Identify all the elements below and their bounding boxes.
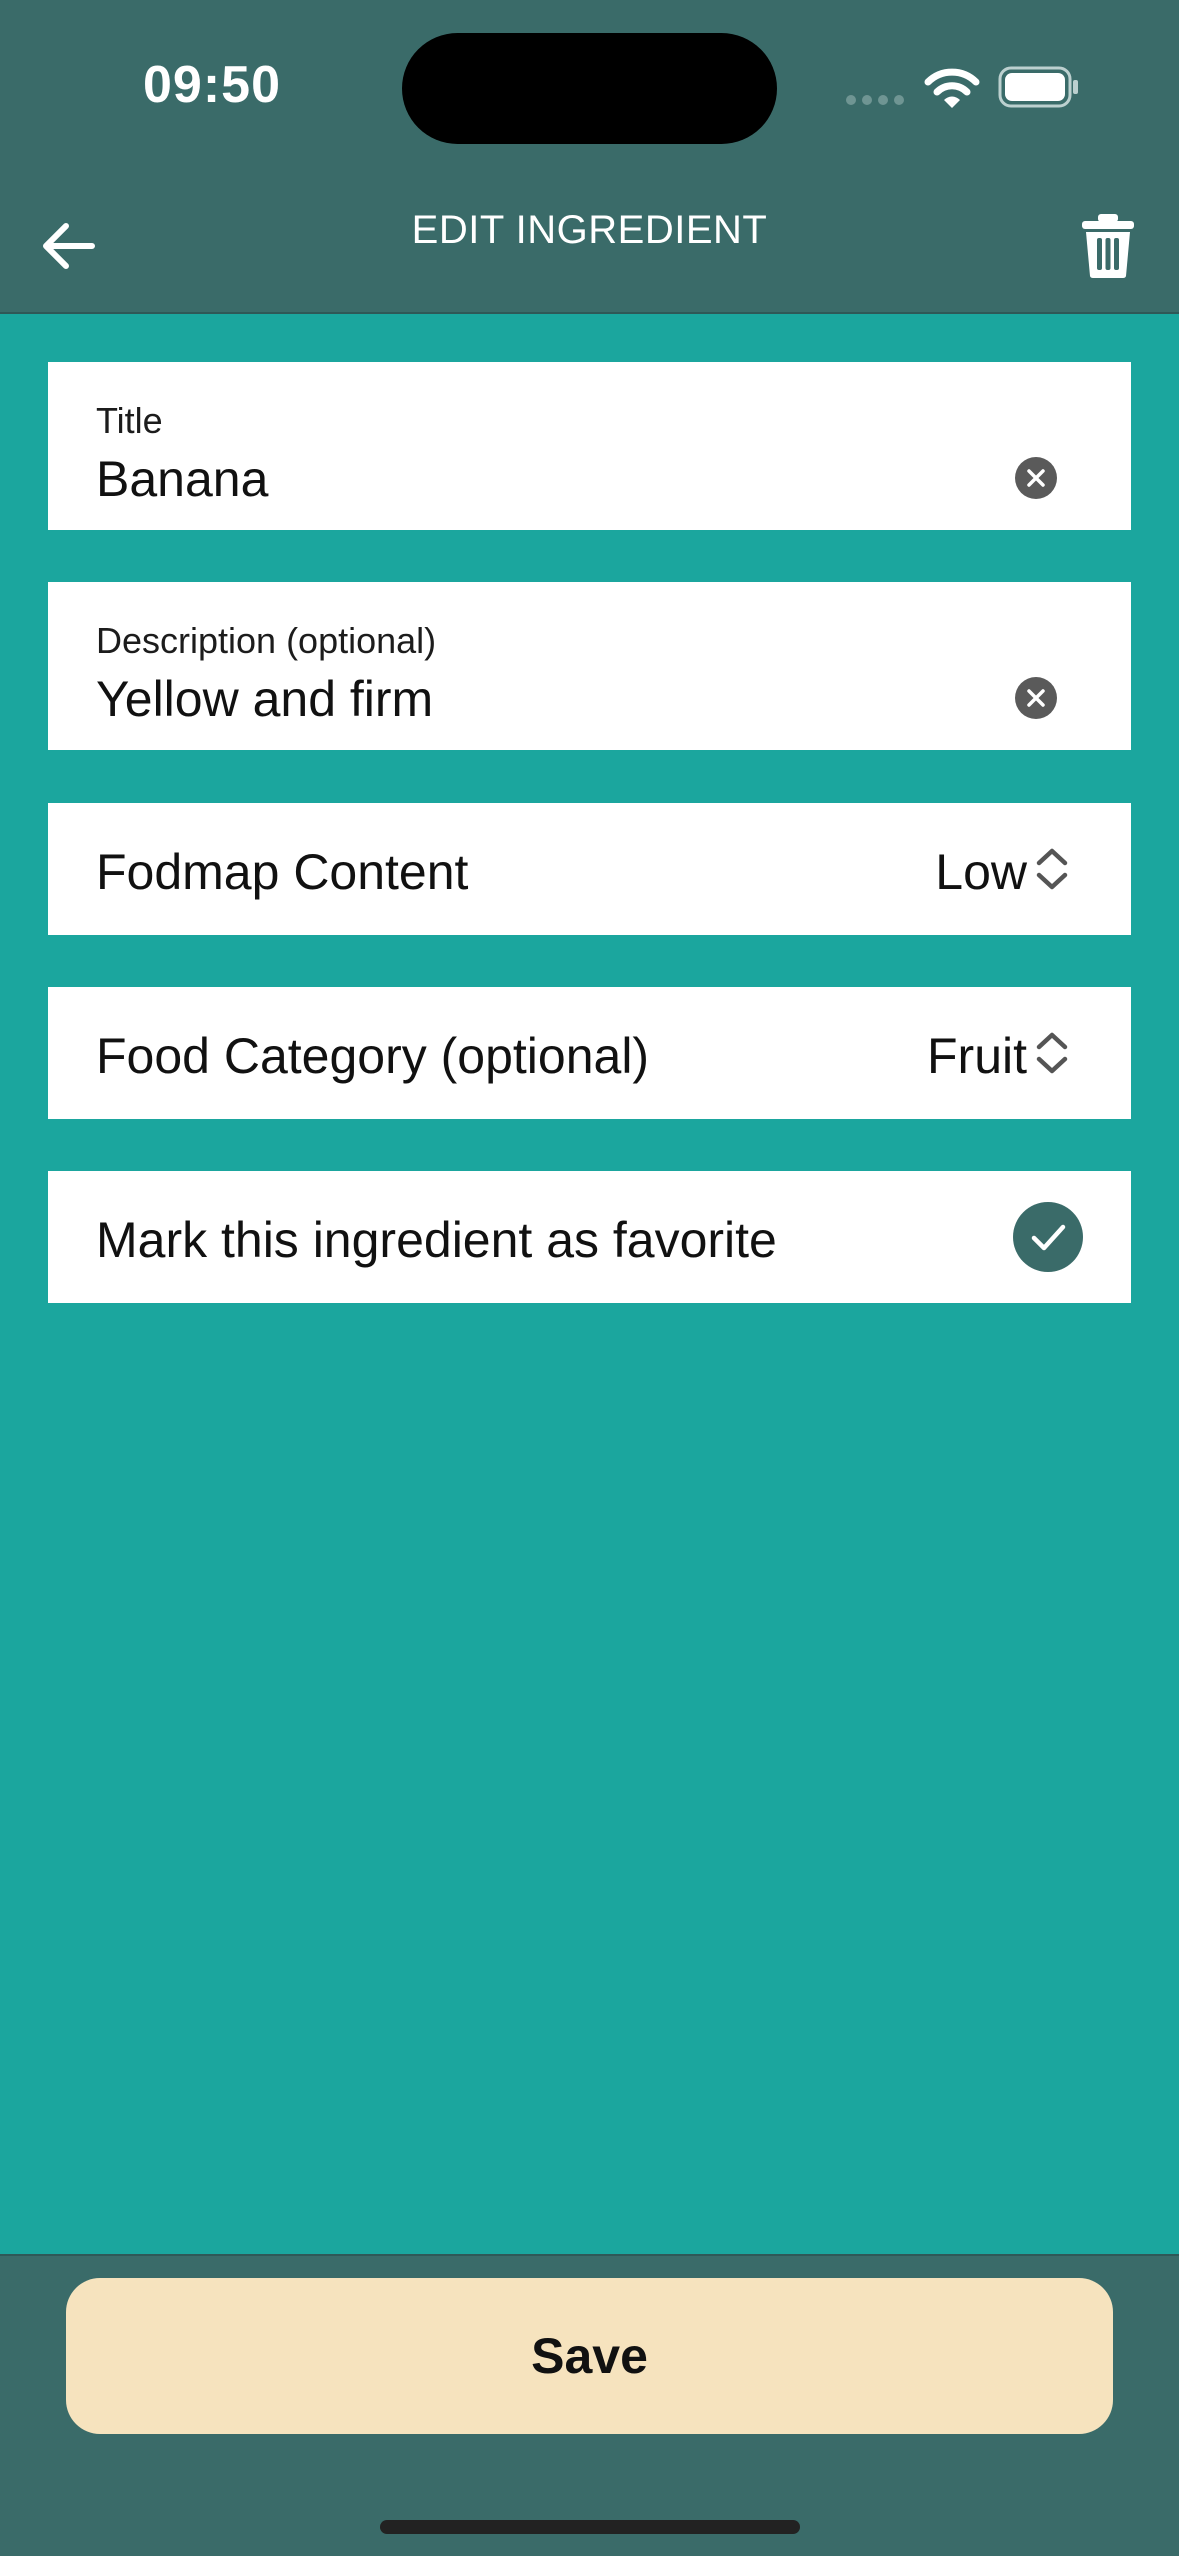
chevron-up-down-icon[interactable] xyxy=(1034,847,1070,891)
fodmap-content-value[interactable]: Low xyxy=(935,843,1027,901)
clear-title-icon[interactable] xyxy=(1014,456,1058,500)
title-field[interactable]: Title Banana xyxy=(48,362,1131,530)
description-field[interactable]: Description (optional) Yellow and firm xyxy=(48,582,1131,750)
title-input[interactable]: Banana xyxy=(96,450,268,508)
dynamic-island xyxy=(402,33,777,144)
battery-icon xyxy=(998,66,1078,108)
cellular-signal-icon xyxy=(846,95,904,105)
food-category-picker[interactable]: Food Category (optional) Fruit xyxy=(48,987,1131,1119)
food-category-label: Food Category (optional) xyxy=(96,1028,650,1084)
chevron-up-down-icon[interactable] xyxy=(1034,1031,1070,1075)
wifi-icon xyxy=(924,68,980,108)
home-indicator xyxy=(380,2520,800,2534)
page-title: EDIT INGREDIENT xyxy=(411,208,768,252)
fodmap-content-picker[interactable]: Fodmap Content Low xyxy=(48,803,1131,935)
top-bar: 09:50 EDIT INGREDIENT xyxy=(0,0,1179,314)
save-button[interactable]: Save xyxy=(66,2278,1113,2434)
status-time: 09:50 xyxy=(143,56,281,114)
title-field-label: Title xyxy=(96,400,163,441)
favorite-checkbox-checked-icon[interactable] xyxy=(1012,1201,1084,1273)
trash-icon[interactable] xyxy=(1080,212,1136,280)
favorite-row[interactable]: Mark this ingredient as favorite xyxy=(48,1171,1131,1303)
description-input[interactable]: Yellow and firm xyxy=(96,670,433,728)
clear-description-icon[interactable] xyxy=(1014,676,1058,720)
favorite-label: Mark this ingredient as favorite xyxy=(96,1212,777,1268)
fodmap-content-label: Fodmap Content xyxy=(96,844,469,900)
description-field-label: Description (optional) xyxy=(96,620,437,661)
bottom-bar: Save xyxy=(0,2254,1179,2556)
food-category-value[interactable]: Fruit xyxy=(927,1027,1027,1085)
